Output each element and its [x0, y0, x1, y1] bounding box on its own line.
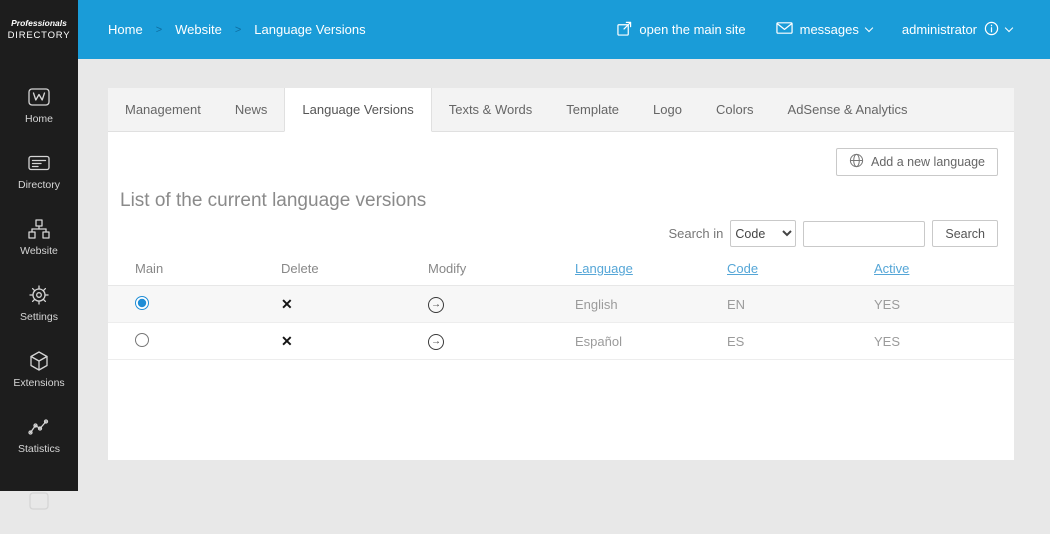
rounded-square-icon [28, 490, 50, 512]
breadcrumb-separator: > [234, 23, 242, 36]
tab-logo[interactable]: Logo [636, 88, 699, 131]
sidebar-item-label: Statistics [17, 442, 60, 455]
external-link-icon [617, 21, 632, 39]
search-in-label: Search in [668, 226, 724, 241]
app-logo[interactable]: Professionals DIRECTORY [0, 0, 78, 59]
breadcrumb: Home > Website > Language Versions [78, 22, 366, 37]
logo-line2: DIRECTORY [7, 30, 71, 41]
delete-icon[interactable]: ✕ [281, 334, 293, 348]
active-cell: YES [874, 296, 901, 312]
globe-icon [849, 153, 864, 171]
chevron-down-icon [864, 23, 874, 32]
tab-news[interactable]: News [218, 88, 285, 131]
sidebar-nav: Home Directory Website Settings Extensio… [0, 59, 78, 534]
tab-texts-words[interactable]: Texts & Words [432, 88, 550, 131]
column-header-main: Main [135, 261, 164, 276]
column-header-modify: Modify [428, 261, 467, 276]
sidebar-item-home[interactable]: Home [0, 72, 78, 138]
sidebar-item-label: Settings [20, 310, 58, 323]
sidebar-item-settings[interactable]: Settings [0, 270, 78, 336]
breadcrumb-language-versions: Language Versions [254, 22, 366, 37]
language-cell: Español [575, 333, 622, 349]
active-cell: YES [874, 333, 901, 349]
tab-adsense-analytics[interactable]: AdSense & Analytics [771, 88, 925, 131]
sidebar-item-label: Home [24, 112, 53, 125]
table-row: ✕ → English EN YES [108, 285, 1014, 323]
logo-line1: Professionals [11, 18, 67, 28]
code-cell: EN [727, 296, 746, 312]
website-sitemap-icon [28, 218, 50, 240]
table-header-row: Main Delete Modify Language Code Active [108, 257, 1014, 286]
add-language-button-label: Add a new language [871, 155, 985, 169]
main-language-radio[interactable] [135, 332, 149, 347]
search-button[interactable]: Search [932, 220, 998, 247]
tab-panel-language-versions: Add a new language List of the current l… [108, 132, 1014, 459]
breadcrumb-home[interactable]: Home [108, 22, 143, 37]
user-label: administrator [901, 22, 977, 37]
tab-colors[interactable]: Colors [699, 88, 771, 131]
topbar-right-group: open the main site messages administrato… [617, 21, 1050, 39]
column-header-delete: Delete [281, 261, 319, 276]
open-main-site-label: open the main site [639, 22, 746, 37]
envelope-icon [775, 21, 793, 38]
sidebar-item-extensions[interactable]: Extensions [0, 336, 78, 402]
page-title: List of the current language versions [120, 190, 427, 211]
directory-icon [28, 152, 50, 174]
package-box-icon [28, 350, 50, 372]
sidebar-item-label: Extensions [13, 376, 65, 389]
add-language-button[interactable]: Add a new language [836, 148, 998, 176]
open-main-site-link[interactable]: open the main site [617, 21, 746, 39]
messages-menu[interactable]: messages [775, 21, 874, 38]
search-bar: Search in Code Search [108, 220, 998, 247]
delete-icon[interactable]: ✕ [281, 297, 293, 311]
toolbar-row: Add a new language [108, 132, 1014, 176]
sort-link-active[interactable]: Active [874, 261, 909, 276]
gear-icon [28, 284, 50, 306]
sidebar-item-directory[interactable]: Directory [0, 138, 78, 204]
sort-link-code[interactable]: Code [727, 261, 758, 276]
tab-management[interactable]: Management [108, 88, 218, 131]
line-chart-icon [28, 416, 50, 438]
topbar: Home > Website > Language Versions open … [78, 0, 1050, 59]
modify-arrow-icon[interactable]: → [428, 334, 444, 350]
settings-card: Management News Language Versions Texts … [108, 88, 1014, 460]
breadcrumb-website[interactable]: Website [175, 22, 222, 37]
sidebar-item-statistics[interactable]: Statistics [0, 402, 78, 468]
sidebar-item-website[interactable]: Website [0, 204, 78, 270]
main-content: Management News Language Versions Texts … [78, 59, 1050, 491]
main-language-radio[interactable] [135, 295, 149, 310]
tab-template[interactable]: Template [549, 88, 636, 131]
tab-bar: Management News Language Versions Texts … [108, 88, 1014, 132]
info-circle-icon [984, 21, 999, 39]
search-column-select[interactable]: Code [730, 220, 797, 247]
code-cell: ES [727, 333, 745, 349]
tab-language-versions[interactable]: Language Versions [284, 88, 432, 132]
sidebar-item-label: Website [20, 244, 58, 257]
language-cell: English [575, 296, 618, 312]
user-menu[interactable]: administrator [901, 21, 1014, 39]
search-input[interactable] [803, 220, 926, 247]
modify-arrow-icon[interactable]: → [428, 297, 444, 313]
messages-label: messages [799, 22, 859, 37]
table-row: ✕ → Español ES YES [108, 323, 1014, 360]
sidebar-item-label: Directory [17, 178, 60, 191]
language-versions-table: Main Delete Modify Language Code Active … [108, 257, 1014, 360]
home-icon [28, 86, 50, 108]
sidebar: Professionals DIRECTORY Home Directory W… [0, 0, 78, 510]
sort-link-language[interactable]: Language [575, 261, 633, 276]
breadcrumb-separator: > [155, 23, 163, 36]
sidebar-item-partial[interactable] [0, 468, 78, 534]
chevron-down-icon [1004, 23, 1014, 32]
